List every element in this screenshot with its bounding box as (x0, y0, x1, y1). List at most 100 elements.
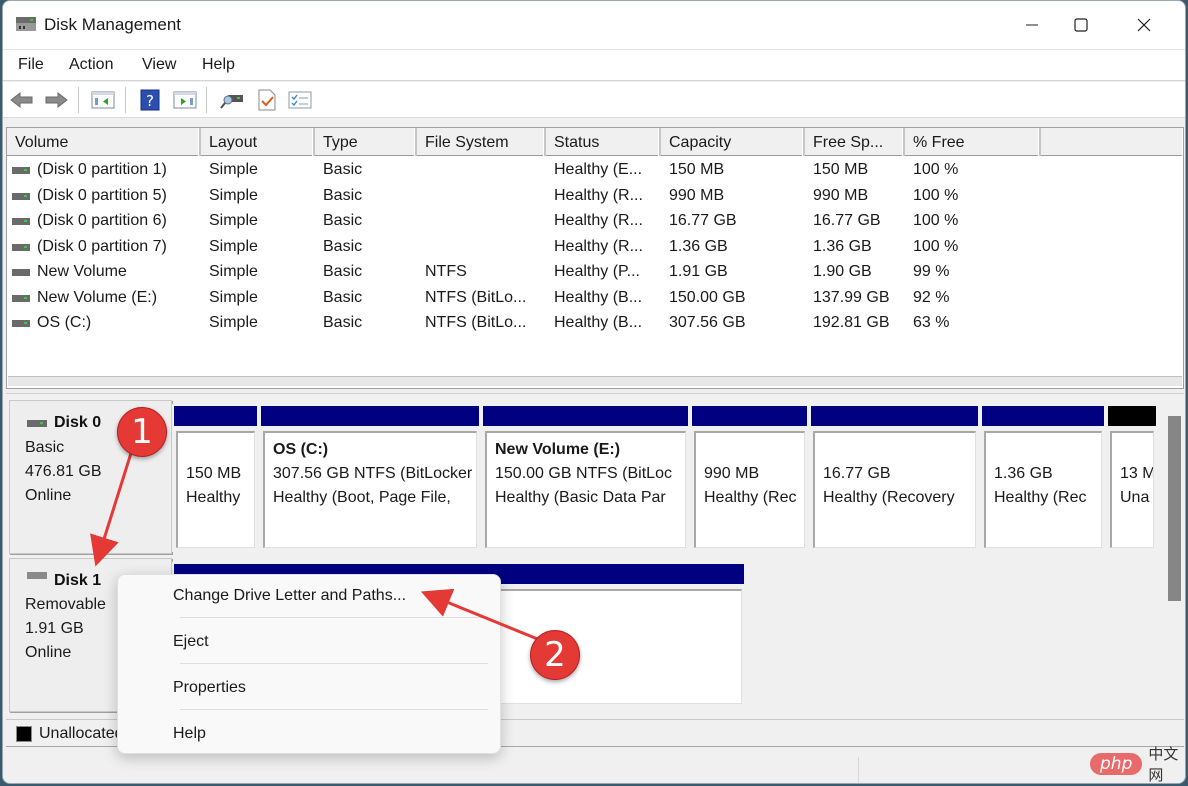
cell-layout: Simple (209, 263, 258, 280)
cell-layout: Simple (209, 237, 258, 255)
partition-size: 1.36 GB (994, 465, 1053, 482)
volume-list-header: Volume Layout Type File System Status Ca… (7, 128, 1183, 156)
volume-icon (12, 243, 30, 251)
disk-management-icon (16, 17, 36, 31)
cell-layout: Simple (209, 212, 258, 229)
column-header-free-space[interactable]: Free Sp... (805, 128, 905, 156)
partition-os-c[interactable]: OS (C:) 307.56 GB NTFS (BitLocker Healthy … (259, 404, 481, 552)
partition-body: 150 MB Healthy (176, 431, 255, 548)
partition-title: OS (C:) (273, 441, 329, 458)
menu-view[interactable]: View (142, 56, 176, 74)
partition-size: 13 M (1120, 465, 1154, 482)
scrollbar-thumb[interactable] (1168, 416, 1181, 601)
back-button[interactable] (9, 88, 35, 112)
menu-action[interactable]: Action (69, 56, 113, 74)
partition-color-bar (261, 406, 479, 426)
partition-status: Una (1120, 489, 1150, 506)
minimize-button[interactable] (1009, 1, 1055, 49)
disk-icon (27, 572, 47, 579)
volume-row[interactable]: New Volume (E:) Simple Basic NTFS (BitLo...… (7, 286, 1007, 311)
partition-color-bar (811, 406, 978, 426)
horizontal-scrollbar[interactable] (8, 376, 1182, 386)
volume-row[interactable]: (Disk 0 partition 6) Simple Basic Healthy (… (7, 209, 1007, 234)
cell-free-space: 990 MB (813, 186, 869, 204)
column-header-percent-free[interactable]: % Free (905, 128, 1041, 156)
cell-percent-free: 99 % (913, 263, 950, 280)
maximize-button[interactable] (1058, 1, 1104, 49)
column-header-file-system[interactable]: File System (417, 128, 546, 156)
toolbar-separator (206, 87, 207, 113)
menu-file[interactable]: File (18, 56, 44, 74)
cell-status: Healthy (P... (554, 263, 640, 280)
partition-status: Healthy (186, 489, 241, 506)
toolbar: ? (3, 82, 1185, 118)
volume-list: Volume Layout Type File System Status Ca… (6, 127, 1184, 389)
action-pane-icon (173, 91, 197, 109)
cell-volume: New Volume (37, 263, 127, 280)
partition-color-bar (692, 406, 807, 426)
title-bar: Disk Management (3, 1, 1185, 49)
svg-text:?: ? (146, 92, 154, 110)
volume-row[interactable]: (Disk 0 partition 7) Simple Basic Healthy (… (7, 235, 1007, 260)
partition-size: 16.77 GB (823, 465, 891, 482)
status-divider (858, 757, 859, 783)
disk-size: 1.91 GB (25, 620, 84, 637)
cell-layout: Simple (209, 161, 258, 178)
cell-percent-free: 100 % (913, 161, 959, 178)
partition-recovery-1[interactable]: 990 MB Healthy (Rec (690, 404, 809, 552)
partition-body: 13 M Una (1110, 431, 1154, 548)
column-header-volume[interactable]: Volume (7, 128, 201, 156)
column-header-capacity[interactable]: Capacity (661, 128, 805, 156)
partition-recovery-2[interactable]: 16.77 GB Healthy (Recovery (809, 404, 980, 552)
menu-item-eject[interactable]: Eject (118, 621, 500, 667)
menu-help[interactable]: Help (202, 56, 235, 74)
partition-size: 990 MB (704, 465, 760, 482)
cell-layout: Simple (209, 314, 258, 331)
menu-item-properties[interactable]: Properties (118, 667, 500, 713)
cell-free-space: 137.99 GB (813, 288, 890, 306)
volume-row[interactable]: New Volume Simple Basic NTFS Healthy (P... 1.… (7, 260, 1007, 285)
status-bar (3, 749, 1185, 783)
cell-layout: Simple (209, 186, 258, 204)
cell-type: Basic (323, 237, 363, 255)
show-hide-action-pane-button[interactable] (172, 88, 198, 112)
connect-virtual-disk-button[interactable] (219, 88, 245, 112)
column-header-layout[interactable]: Layout (201, 128, 315, 156)
checked-document-icon (258, 89, 276, 111)
partition-body: 990 MB Healthy (Rec (694, 431, 805, 548)
checklist-icon (288, 91, 312, 109)
column-header-status[interactable]: Status (546, 128, 661, 156)
partition-recovery-3[interactable]: 1.36 GB Healthy (Rec (980, 404, 1106, 552)
volume-row[interactable]: (Disk 0 partition 5) Simple Basic Healthy (… (7, 184, 1007, 209)
menu-item-label: Change Drive Letter and Paths... (173, 587, 407, 604)
arrow-right-icon (45, 91, 68, 109)
cell-volume: OS (C:) (37, 314, 92, 331)
annotation-step-2-badge: 2 (530, 630, 580, 680)
watermark: php 中文网 (1090, 743, 1188, 785)
rescan-disks-button[interactable] (254, 88, 280, 112)
show-hide-console-tree-button[interactable] (90, 88, 116, 112)
column-header-type[interactable]: Type (315, 128, 417, 156)
menu-item-change-drive-letter[interactable]: Change Drive Letter and Paths... (118, 575, 500, 621)
partition-status: Healthy (Recovery (823, 489, 955, 506)
vertical-scrollbar[interactable] (1166, 414, 1181, 744)
menu-item-help[interactable]: Help (118, 713, 500, 753)
disk-type: Removable (25, 596, 106, 613)
partition-efi[interactable]: 150 MB Healthy (172, 404, 259, 552)
partition-unallocated[interactable]: 13 M Una (1106, 404, 1158, 552)
cell-type: Basic (323, 263, 363, 280)
close-button[interactable] (1121, 1, 1167, 49)
partition-new-volume-e[interactable]: New Volume (E:) 150.00 GB NTFS (BitLoc Hea… (481, 404, 690, 552)
properties-button[interactable] (287, 88, 313, 112)
partition-size: 150.00 GB NTFS (BitLoc (495, 465, 672, 482)
partition-title: New Volume (E:) (495, 441, 621, 458)
forward-button[interactable] (43, 88, 69, 112)
cell-status: Healthy (B... (554, 314, 643, 331)
volume-row[interactable]: (Disk 0 partition 1) Simple Basic Healthy (… (7, 158, 1007, 183)
cell-percent-free: 100 % (913, 186, 959, 204)
disk-name: Disk 1 (54, 572, 102, 589)
help-button[interactable]: ? (137, 88, 163, 112)
cell-file-system: NTFS (BitLo... (425, 288, 527, 306)
volume-row[interactable]: OS (C:) Simple Basic NTFS (BitLo... Healthy … (7, 311, 1007, 336)
partition-body: 16.77 GB Healthy (Recovery (813, 431, 976, 548)
